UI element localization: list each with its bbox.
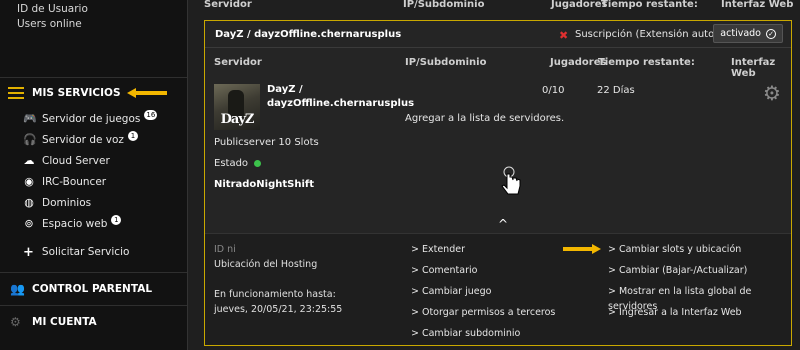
- sidebar-spacer: [0, 38, 187, 78]
- show-global-list-link[interactable]: > Mostrar en la lista global de servidor…: [608, 284, 791, 312]
- col-time: Tiempo restante:: [598, 57, 695, 68]
- game-name[interactable]: DayZ / dayzOffline.chernarusplus: [267, 83, 414, 111]
- change-version-link[interactable]: > Cambiar (Bajar-/Actualizar): [608, 263, 791, 284]
- check-circle-icon: ✓: [766, 28, 776, 39]
- player-count: 0/10: [542, 85, 565, 96]
- server-title: DayZ / dayzOffline.chernarusplus: [215, 28, 402, 40]
- cloud-icon: ☁: [23, 153, 35, 167]
- parental-control-section[interactable]: 👥 CONTROL PARENTAL: [0, 272, 187, 305]
- my-account-section[interactable]: ⚙ MI CUENTA: [0, 305, 187, 338]
- publicserver-slots: Publicserver 10 Slots: [214, 137, 319, 148]
- my-services-label: MIS SERVICIOS: [32, 87, 121, 99]
- count-badge: 1: [111, 214, 122, 225]
- change-subdomain-link[interactable]: > Cambiar subdominio: [411, 326, 555, 347]
- request-service-label: Solicitar Servicio: [41, 246, 130, 258]
- actions-column-2: > Cambiar slots y ubicación > Cambiar (B…: [608, 242, 791, 326]
- server-panel-header: DayZ / dayzOffline.chernarusplus ✖ Suscr…: [205, 21, 791, 48]
- gear-icon[interactable]: ⚙: [763, 81, 781, 105]
- activated-label: activado: [720, 28, 761, 39]
- sidebar-item-label: Espacio web: [42, 217, 108, 230]
- game-logo: DayZ: [220, 112, 255, 127]
- actions-column-1: > Extender > Comentario > Cambiar juego …: [411, 242, 555, 347]
- status-dot-icon: [254, 159, 262, 167]
- globe-icon: ◍: [24, 195, 34, 209]
- server-panel: DayZ / dayzOffline.chernarusplus ✖ Suscr…: [204, 20, 792, 346]
- server-details: ID ni Ubicación del Hosting En funcionam…: [205, 233, 791, 345]
- sidebar-item-irc-bouncer[interactable]: ◉ IRC-Bouncer: [0, 171, 187, 192]
- game-thumbnail: DayZ: [214, 84, 260, 130]
- col-web-interface: Interfaz Web: [731, 57, 776, 79]
- header-servidor: Servidor: [204, 0, 252, 10]
- parental-control-label: CONTROL PARENTAL: [32, 283, 153, 295]
- running-until-label: En funcionamiento hasta:: [214, 289, 336, 300]
- sidebar-item-domains[interactable]: ◍ Dominios: [0, 192, 187, 213]
- users-icon: 👥: [10, 282, 25, 296]
- highlight-arrow-icon: [563, 244, 601, 254]
- cogs-icon: ⚙: [10, 315, 21, 329]
- user-id-label: ID de Usuario: [17, 3, 88, 15]
- hosting-location: Ubicación del Hosting: [214, 259, 318, 270]
- change-game-link[interactable]: > Cambiar juego: [411, 284, 555, 305]
- header-ip: IP/Subdominio: [403, 0, 485, 10]
- comment-link[interactable]: > Comentario: [411, 263, 555, 284]
- activated-button[interactable]: activado ✓: [713, 24, 783, 43]
- sidebar-item-game-servers[interactable]: 🎮 Servidor de juegos 16: [0, 108, 187, 129]
- radio-icon: ◉: [24, 174, 34, 188]
- gamepad-icon: 🎮: [23, 111, 37, 125]
- plus-icon: +: [23, 244, 34, 260]
- server-id: ID ni: [214, 244, 236, 255]
- sidebar-item-label: Dominios: [42, 196, 92, 209]
- header-players: Jugadores: [551, 0, 608, 10]
- status-label: Estado: [214, 158, 249, 169]
- extend-link[interactable]: > Extender: [411, 242, 555, 263]
- user-info: ID de Usuario Users online: [0, 0, 187, 38]
- sidebar-item-voice-servers[interactable]: 🎧 Servidor de voz 1: [0, 129, 187, 150]
- sidebar-item-label: IRC-Bouncer: [42, 175, 107, 188]
- time-remaining: 22 Días: [597, 85, 635, 96]
- col-ip: IP/Subdominio: [405, 57, 487, 68]
- header-time: Tiempo restante:: [601, 0, 698, 10]
- my-services-header[interactable]: MIS SERVICIOS: [0, 78, 187, 108]
- webspace-icon: ⊚: [24, 216, 34, 230]
- main-content: Servidor IP/Subdominio Jugadores Tiempo …: [196, 0, 800, 350]
- sidebar: ID de Usuario Users online MIS SERVICIOS…: [0, 0, 188, 350]
- open-web-interface-link[interactable]: > Ingresar a la Interfaz Web: [608, 305, 791, 326]
- count-badge: 16: [144, 109, 158, 120]
- running-until-date: jueves, 20/05/21, 23:25:55: [214, 304, 343, 315]
- server-tag: NitradoNightShift: [214, 179, 315, 190]
- change-slots-location-link[interactable]: > Cambiar slots y ubicación: [608, 242, 791, 263]
- menu-icon: [8, 87, 24, 99]
- count-badge: 1: [127, 130, 138, 141]
- sidebar-item-cloud-server[interactable]: ☁ Cloud Server: [0, 150, 187, 171]
- header-web-interface: Interfaz Web: [721, 0, 794, 10]
- headset-icon: 🎧: [23, 132, 37, 146]
- cancel-icon[interactable]: ✖: [559, 29, 568, 42]
- my-account-label: MI CUENTA: [32, 316, 97, 328]
- status-row: Estado: [214, 158, 262, 169]
- add-to-server-list-link[interactable]: Agregar a la lista de servidores.: [405, 113, 564, 124]
- highlight-arrow-icon: [126, 88, 167, 98]
- sidebar-item-webspace[interactable]: ⊚ Espacio web 1: [0, 213, 187, 234]
- sidebar-item-label: Servidor de voz: [42, 133, 124, 146]
- request-service-link[interactable]: + Solicitar Servicio: [0, 240, 187, 264]
- sidebar-item-label: Cloud Server: [42, 154, 110, 167]
- server-meta: ID ni Ubicación del Hosting En funcionam…: [214, 242, 342, 317]
- hand-cursor-icon: [501, 166, 521, 195]
- col-servidor: Servidor: [214, 57, 262, 68]
- users-online-label[interactable]: Users online: [17, 17, 187, 32]
- sidebar-item-label: Servidor de juegos: [42, 112, 141, 125]
- grant-permissions-link[interactable]: > Otorgar permisos a terceros: [411, 305, 555, 326]
- collapse-caret-icon[interactable]: ^: [498, 217, 508, 231]
